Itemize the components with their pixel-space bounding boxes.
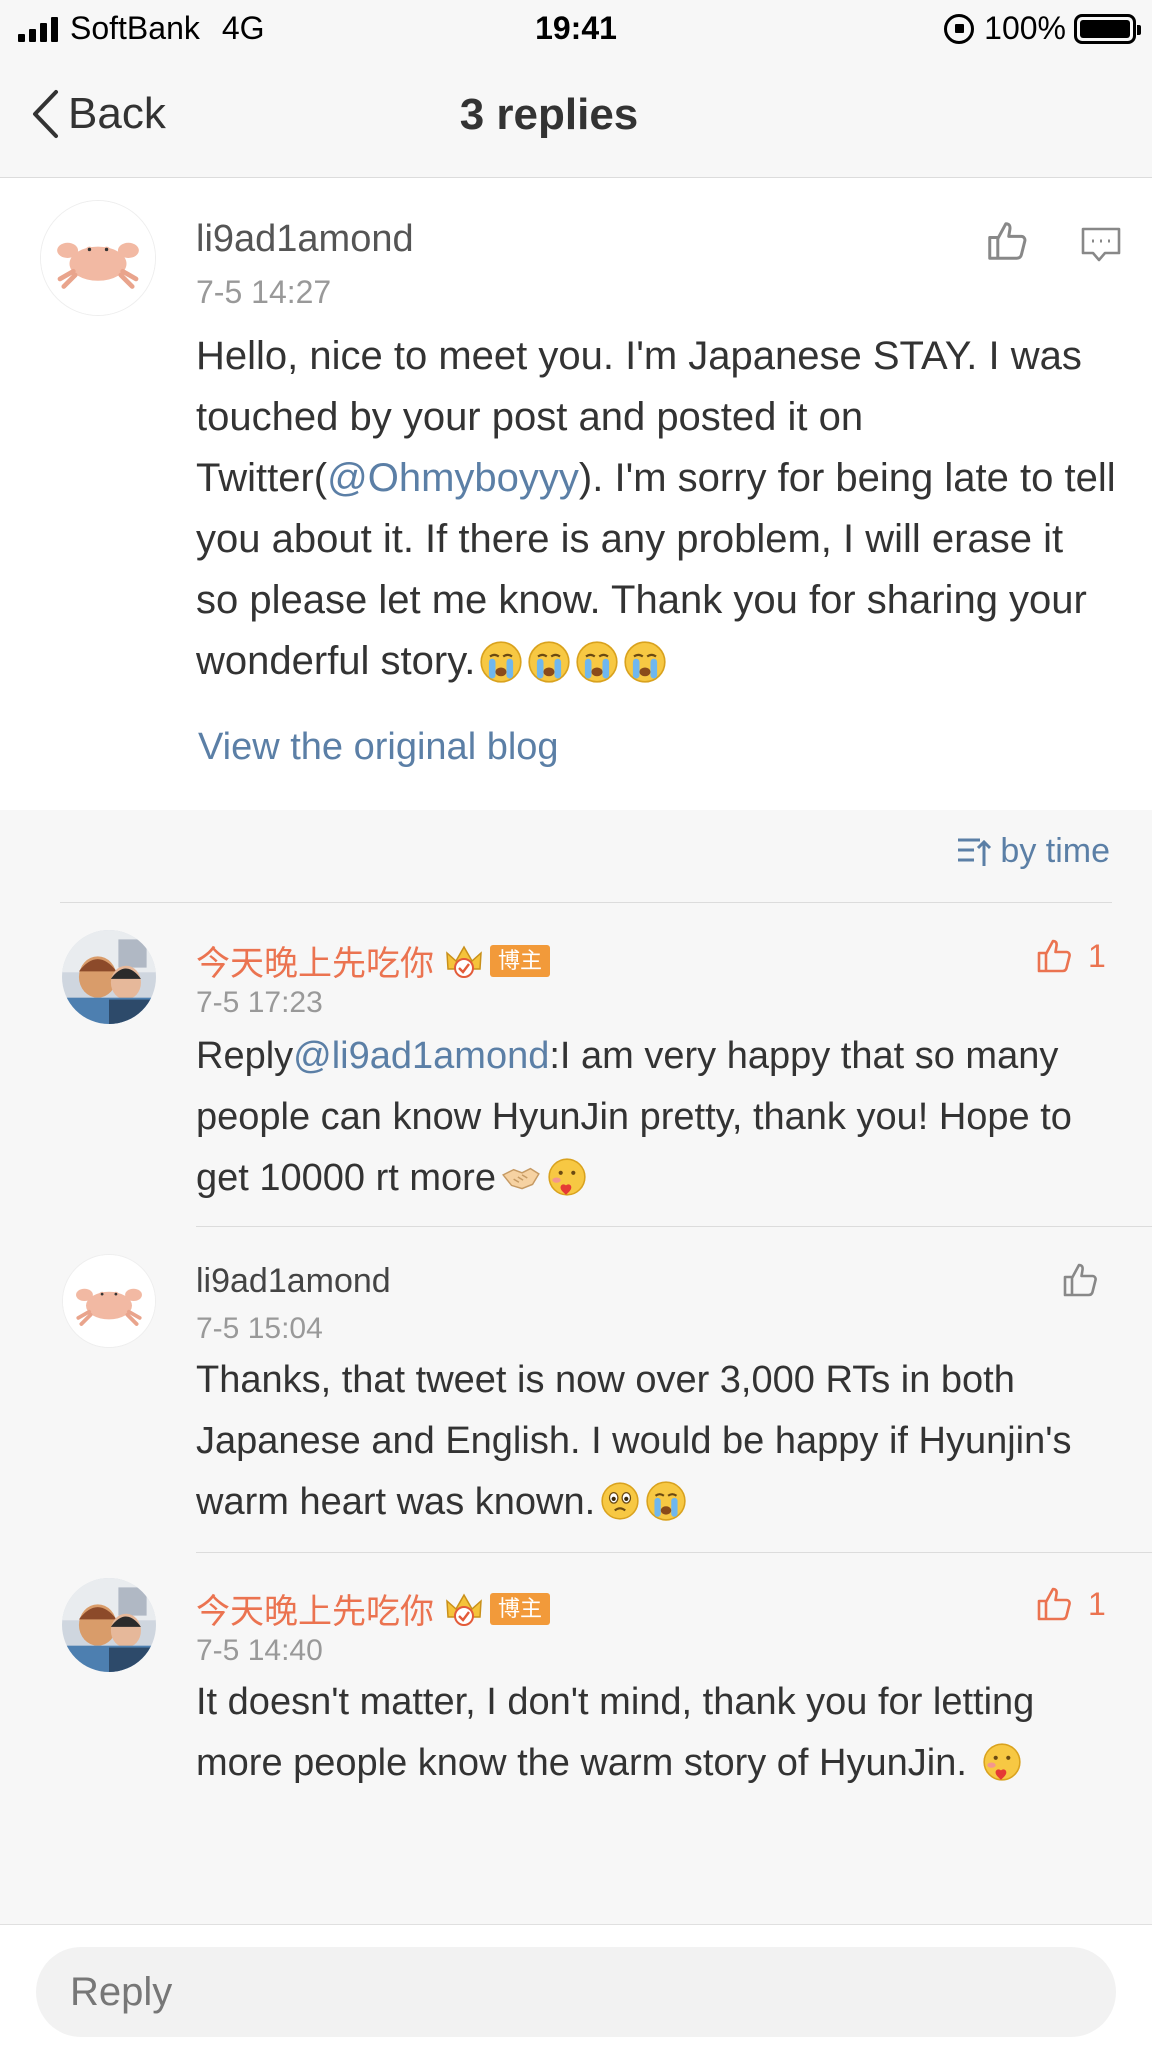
rotation-lock-icon bbox=[944, 13, 975, 44]
battery-percent: 100% bbox=[984, 10, 1066, 46]
battery-icon bbox=[1074, 13, 1141, 44]
reply-text-part: It doesn't matter, I don't mind, thank y… bbox=[196, 1681, 1035, 1784]
timestamp: 7-5 17:23 bbox=[196, 986, 323, 1019]
comment-icon bbox=[1081, 227, 1121, 262]
timestamp: 7-5 14:40 bbox=[196, 1634, 323, 1667]
main-comment: li9ad1amond 7-5 14:27 Hello, nice to mee… bbox=[0, 178, 1152, 810]
thumbs-up-icon bbox=[1034, 1584, 1074, 1624]
kiss-face-icon bbox=[546, 1156, 588, 1198]
avatar[interactable] bbox=[40, 200, 156, 316]
like-button[interactable]: 1 bbox=[1034, 936, 1106, 976]
like-count: 1 bbox=[1088, 937, 1106, 974]
thumbs-up-icon bbox=[1034, 936, 1074, 976]
crying-face-icon bbox=[623, 640, 667, 684]
mention-link[interactable]: @Ohmyboyyy bbox=[327, 456, 579, 500]
crab-avatar-icon bbox=[41, 201, 155, 315]
reply-bar: Reply bbox=[0, 1924, 1152, 2048]
crown-badge-icon bbox=[444, 1589, 484, 1629]
crying-face-icon bbox=[527, 640, 571, 684]
like-button[interactable] bbox=[1060, 1260, 1100, 1300]
status-bar: SoftBank 4G 19:41 100% bbox=[0, 0, 1152, 60]
handshake-icon bbox=[500, 1156, 542, 1198]
username: 今天晚上先吃你 bbox=[196, 945, 434, 983]
crying-face-icon bbox=[645, 1480, 687, 1522]
sort-label: by time bbox=[1000, 832, 1110, 870]
emoji-group bbox=[475, 633, 667, 694]
reply-input[interactable]: Reply bbox=[36, 1947, 1116, 2037]
host-badge: 博主 bbox=[490, 944, 551, 977]
reply-username[interactable]: 今天晚上先吃你 博主 bbox=[196, 1584, 551, 1633]
nav-bar: Back 3 replies bbox=[0, 60, 1152, 178]
crown-badge-icon bbox=[444, 941, 484, 981]
avatar[interactable] bbox=[62, 930, 156, 1024]
thumbs-up-icon bbox=[1060, 1260, 1100, 1300]
mention-link[interactable]: @li9ad1amond bbox=[293, 1035, 549, 1077]
reply-text: Reply@li9ad1amond:I am very happy that s… bbox=[196, 1026, 1106, 1209]
sort-by-time-button[interactable]: by time bbox=[956, 832, 1110, 871]
crying-face-icon bbox=[479, 640, 523, 684]
view-original-blog-link[interactable]: View the original blog bbox=[198, 726, 559, 769]
reply-item[interactable]: 今天晚上先吃你 博主 7-5 17:23 1 Reply@li9ad1amond… bbox=[0, 902, 1152, 1226]
like-count: 1 bbox=[1088, 1585, 1106, 1622]
crying-face-icon bbox=[575, 640, 619, 684]
comment-text: Hello, nice to meet you. I'm Japanese ST… bbox=[196, 326, 1116, 694]
host-badge: 博主 bbox=[490, 1592, 551, 1625]
username: 今天晚上先吃你 bbox=[196, 1593, 434, 1631]
reply-username[interactable]: 今天晚上先吃你 博主 bbox=[196, 936, 551, 985]
reply-text: It doesn't matter, I don't mind, thank y… bbox=[196, 1672, 1106, 1794]
crab-avatar-icon bbox=[63, 1255, 155, 1347]
reply-text: Thanks, that tweet is now over 3,000 RTs… bbox=[196, 1350, 1106, 1533]
reply-prefix: Reply bbox=[196, 1035, 294, 1077]
thumbs-up-icon bbox=[984, 218, 1030, 264]
sort-icon bbox=[958, 838, 992, 866]
timestamp: 7-5 15:04 bbox=[196, 1312, 323, 1345]
photo-avatar-icon bbox=[62, 930, 156, 1024]
comment-button[interactable] bbox=[1080, 226, 1122, 269]
kiss-face-icon bbox=[981, 1741, 1023, 1783]
photo-avatar-icon bbox=[62, 1578, 156, 1672]
like-button[interactable] bbox=[984, 218, 1030, 269]
page-title: 3 replies bbox=[459, 90, 639, 139]
avatar[interactable] bbox=[62, 1254, 156, 1348]
reply-item[interactable]: li9ad1amond 7-5 15:04 Thanks, that tweet… bbox=[0, 1226, 1152, 1552]
teary-face-icon bbox=[599, 1480, 641, 1522]
status-right: 100% bbox=[944, 10, 1141, 47]
username: li9ad1amond bbox=[196, 1262, 391, 1300]
reply-username[interactable]: li9ad1amond bbox=[196, 1262, 391, 1301]
timestamp: 7-5 14:27 bbox=[196, 274, 332, 310]
avatar[interactable] bbox=[62, 1578, 156, 1672]
reply-item[interactable]: 今天晚上先吃你 博主 7-5 14:40 1 It doesn't matter… bbox=[0, 1552, 1152, 1892]
like-button[interactable]: 1 bbox=[1034, 1584, 1106, 1624]
username[interactable]: li9ad1amond bbox=[196, 218, 414, 261]
